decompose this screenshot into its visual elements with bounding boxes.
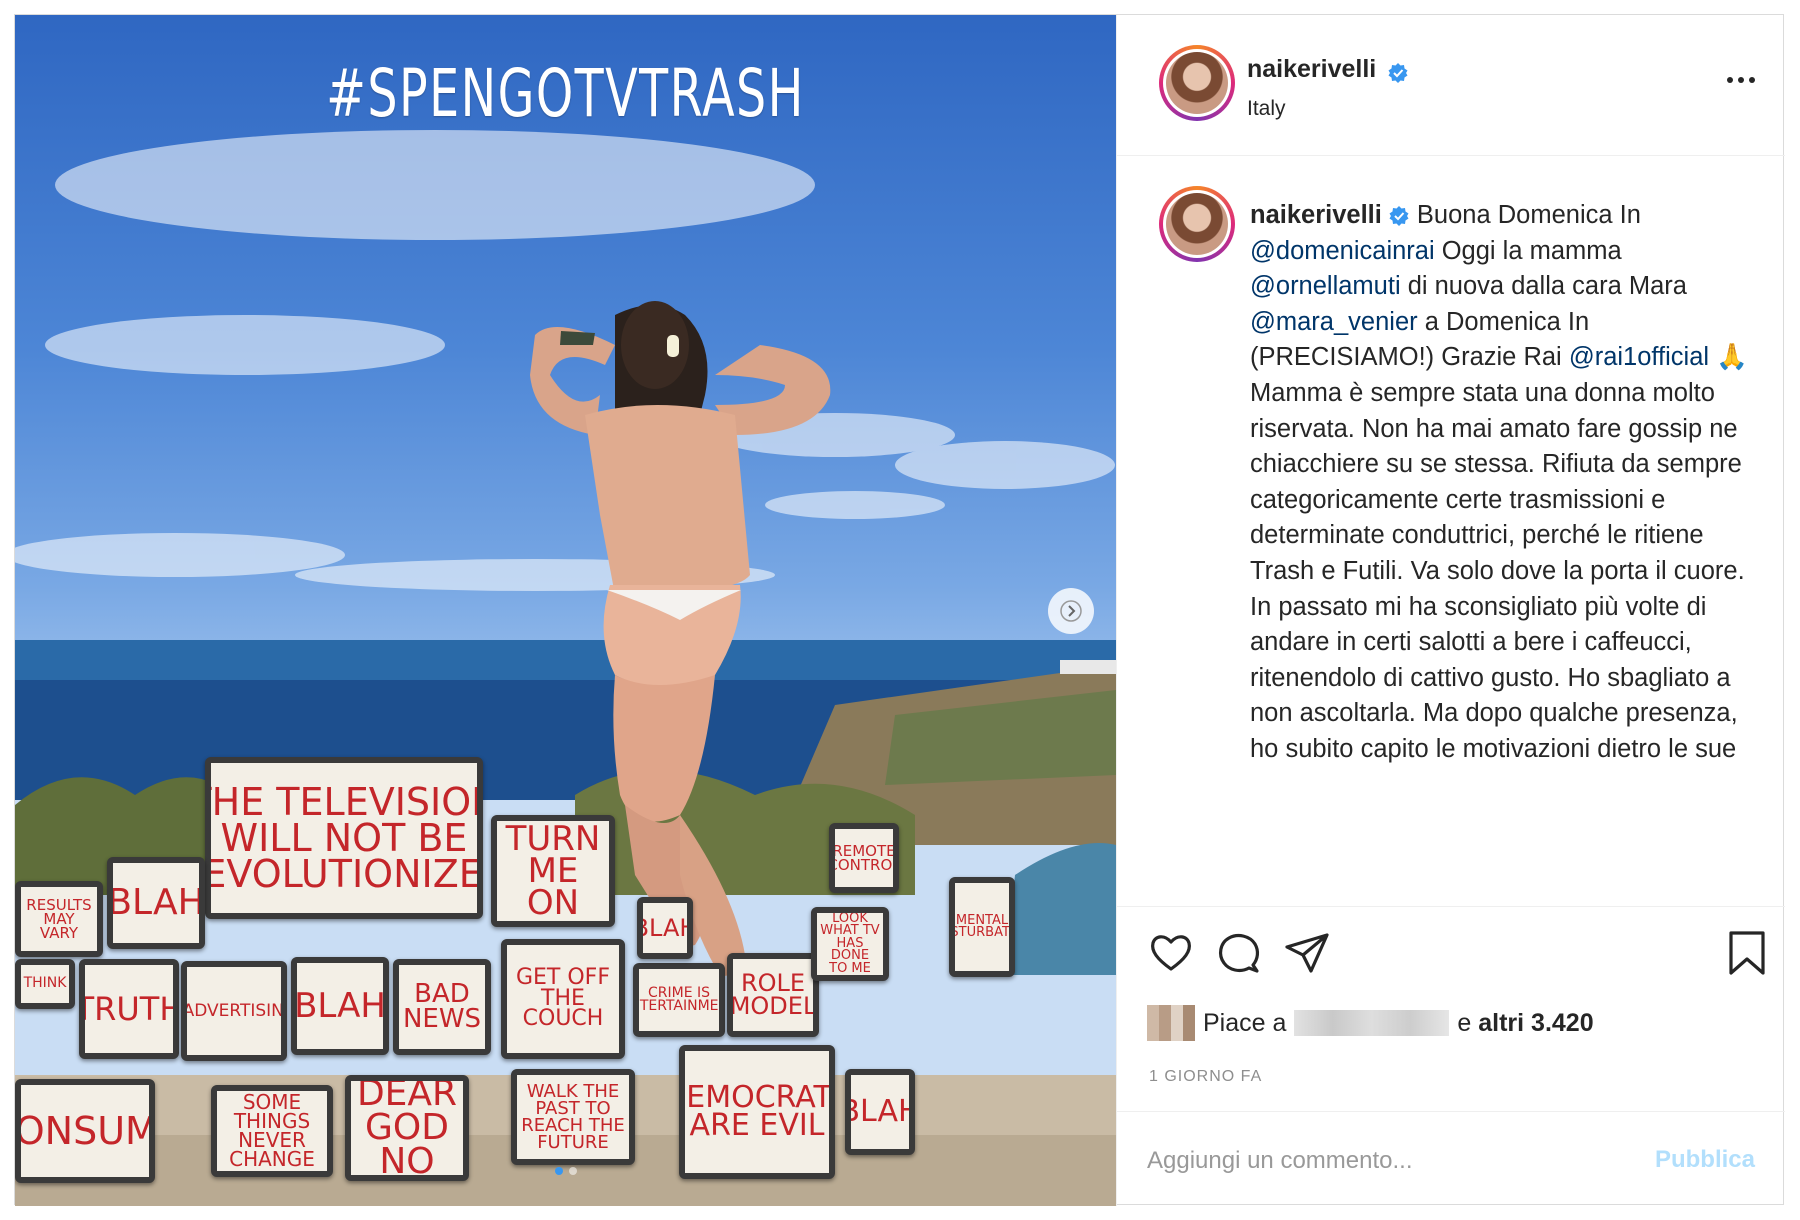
likes-summary: Piace a e altri 3.420: [1147, 1005, 1594, 1041]
tv-sign: BLAH: [107, 857, 205, 949]
tv-sign: DEMOCRATS ARE EVIL: [679, 1045, 835, 1179]
liker-username-redacted[interactable]: [1294, 1010, 1450, 1036]
carousel-indicator: [15, 1167, 1116, 1175]
save-button[interactable]: [1723, 929, 1771, 982]
mention-link[interactable]: @mara_venier: [1250, 308, 1418, 336]
like-button[interactable]: [1147, 929, 1195, 982]
tv-sign: THE TELEVISION WILL NOT BE REVOLUTIONIZE…: [205, 757, 483, 919]
caption-text: Buona Domenica In: [1409, 201, 1641, 229]
header-location[interactable]: Italy: [1247, 97, 1286, 121]
tv-sign: WALK THE PAST TO REACH THE FUTURE: [511, 1069, 635, 1165]
share-icon: [1285, 933, 1329, 973]
tv-sign: MENTAL MASTURBATION: [949, 877, 1015, 977]
post-actions: Piace a e altri 3.420 1 GIORNO FA: [1117, 906, 1785, 1112]
carousel-next-button[interactable]: [1048, 588, 1094, 634]
instagram-post: #SPENGOTVTRASH THE TELEVISION WILL NOT B…: [14, 14, 1785, 1206]
tv-sign: DEAR GOD NO: [345, 1075, 469, 1181]
tv-sign: ROLE MODEL: [727, 953, 819, 1037]
avatar[interactable]: [1159, 45, 1235, 121]
post-caption: naikerivelli Buona Domenica In @domenica…: [1250, 198, 1750, 768]
chevron-right-icon: [1060, 600, 1082, 622]
mention-link[interactable]: @rai1official: [1569, 343, 1709, 371]
comment-input[interactable]: [1145, 1140, 1609, 1182]
tv-sign: TRUTH: [79, 959, 179, 1059]
post-side-panel: naikerivelli Italy naikerivelli Buona Do…: [1116, 15, 1785, 1206]
more-options-button[interactable]: [1727, 77, 1755, 83]
likes-prefix: Piace a: [1203, 1008, 1287, 1037]
comment-icon: [1218, 933, 1260, 973]
publish-button[interactable]: Pubblica: [1655, 1146, 1755, 1174]
carousel-dot: [568, 1167, 577, 1175]
tv-sign: BADVERTISING: [181, 961, 287, 1061]
photo-hashtag-overlay: #SPENGOTVTRASH: [326, 55, 805, 132]
caption-text: Oggi la mamma: [1434, 236, 1622, 265]
pray-emoji: 🙏: [1716, 343, 1748, 372]
mention-link[interactable]: @ornellamuti: [1250, 272, 1401, 300]
likes-count[interactable]: altri 3.420: [1478, 1009, 1593, 1038]
tv-sign: BLAH: [845, 1069, 915, 1155]
more-icon: [1727, 77, 1733, 83]
post-header: naikerivelli Italy: [1117, 15, 1785, 156]
share-button[interactable]: [1283, 929, 1331, 982]
carousel-dot-active: [554, 1167, 563, 1175]
heart-icon: [1151, 935, 1191, 971]
comment-button[interactable]: [1215, 929, 1263, 982]
tv-sign: BAD NEWS: [393, 959, 491, 1055]
add-comment-bar: Pubblica: [1117, 1111, 1785, 1207]
post-timestamp[interactable]: 1 GIORNO FA: [1149, 1068, 1262, 1086]
caption-text: Mamma è sempre stata una donna molto ris…: [1250, 378, 1745, 763]
caption-text: di nuova dalla cara Mara: [1400, 272, 1687, 301]
bookmark-icon: [1729, 931, 1765, 975]
likes-suffix: e: [1457, 1008, 1472, 1037]
tv-sign: THINK: [15, 959, 75, 1009]
tv-sign: BLAH: [291, 957, 389, 1055]
liker-avatar[interactable]: [1147, 1005, 1195, 1041]
tv-sign: BLAH: [637, 897, 693, 959]
caption-area: naikerivelli Buona Domenica In @domenica…: [1117, 156, 1785, 906]
tv-sign: SOME THINGS NEVER CHANGE: [211, 1085, 333, 1177]
tv-sign: LOOK WHAT TV HAS DONE TO ME: [811, 907, 889, 981]
mention-link[interactable]: @domenicainrai: [1250, 237, 1435, 265]
header-username[interactable]: naikerivelli: [1247, 55, 1376, 83]
caption-avatar[interactable]: [1159, 186, 1235, 262]
tv-sign: REMOTE CONTROL: [829, 823, 899, 893]
verified-icon: [1388, 62, 1408, 83]
tv-sign: CRIME IS ENTERTAINMENT: [633, 963, 725, 1037]
caption-username[interactable]: naikerivelli: [1250, 201, 1382, 229]
tv-sign: TURN ME ON: [491, 815, 615, 927]
post-photo[interactable]: #SPENGOTVTRASH THE TELEVISION WILL NOT B…: [15, 15, 1116, 1206]
tv-sign: RESULTS MAY VARY: [15, 881, 103, 957]
verified-icon: [1389, 206, 1409, 227]
header-user: naikerivelli: [1247, 55, 1409, 84]
tv-sign: GET OFF THE COUCH: [501, 939, 625, 1059]
